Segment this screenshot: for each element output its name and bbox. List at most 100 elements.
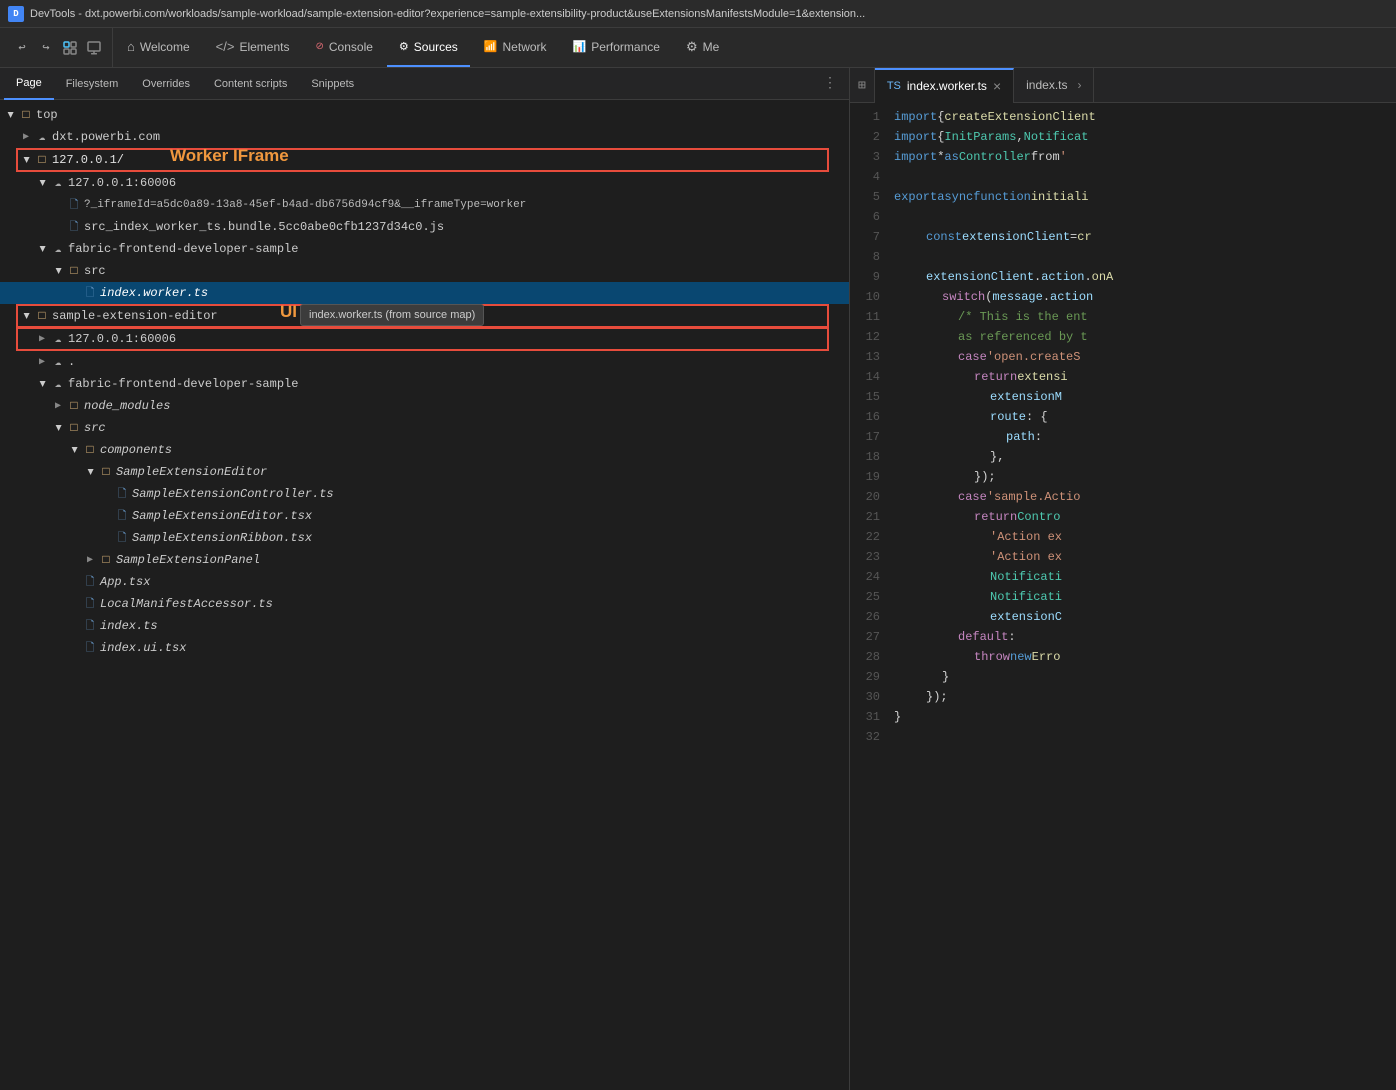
tab-console[interactable]: ⊘ Console: [303, 28, 384, 67]
arrow-icon: ▶: [52, 422, 64, 434]
code-content: import { createExtensionClient import { …: [890, 107, 1396, 1086]
tree-item-SampleExtensionController[interactable]: ▶ 🗋 SampleExtensionController.ts: [0, 483, 849, 505]
subtab-content-scripts[interactable]: Content scripts: [202, 68, 299, 100]
tree-label: index.worker.ts: [100, 286, 208, 300]
index-worker-container: ▶ 🗋 index.worker.ts index.worker.ts (fro…: [0, 282, 849, 304]
tree-item-LocalManifest[interactable]: ▶ 🗋 LocalManifestAccessor.ts: [0, 593, 849, 615]
cloud-icon: ☁: [51, 242, 65, 256]
forward-icon[interactable]: ↪: [36, 38, 56, 58]
code-line-25: Notificati: [890, 587, 1396, 607]
worker-iframe-section: ▶ □ 127.0.0.1/ Worker IFrame: [0, 149, 849, 171]
tree-item-src2[interactable]: ▶ □ src: [0, 417, 849, 439]
arrow-icon: ▶: [36, 378, 48, 390]
tree-item-App[interactable]: ▶ 🗋 App.tsx: [0, 571, 849, 593]
tree-label: index.ts: [100, 619, 158, 633]
tab-performance[interactable]: 📊 Performance: [561, 28, 672, 67]
code-line-21: return Contro: [890, 507, 1396, 527]
devtools-favicon: D: [8, 6, 24, 22]
code-line-3: import * as Controller from ': [890, 147, 1396, 167]
device-icon[interactable]: [84, 38, 104, 58]
file-icon: 🗋: [83, 575, 97, 589]
tree-item-iframe-file[interactable]: ▶ 🗋 ?_iframeId=a5dc0a89-13a8-45ef-b4ad-d…: [0, 194, 849, 216]
tree-item-SampleExtensionRibbon[interactable]: ▶ 🗋 SampleExtensionRibbon.tsx: [0, 527, 849, 549]
editor-tab-label: index.ts: [1026, 78, 1067, 92]
arrow-icon: ▶: [68, 444, 80, 456]
editor-tab-index-ts[interactable]: index.ts ›: [1014, 68, 1094, 103]
close-tab-icon[interactable]: ×: [993, 79, 1001, 93]
folder-icon: □: [35, 309, 49, 323]
arrow-icon: ▶: [52, 400, 64, 412]
code-line-16: route: {: [890, 407, 1396, 427]
main-content: Page Filesystem Overrides Content script…: [0, 68, 1396, 1090]
sub-tabs: Page Filesystem Overrides Content script…: [0, 68, 849, 100]
file-tree: ▶ □ top ▶ ☁ dxt.powerbi.com ▶ □ 127.0.0.…: [0, 100, 849, 1090]
tree-label: sample-extension-editor: [52, 309, 218, 323]
code-line-4: [890, 167, 1396, 187]
tree-label: dxt.powerbi.com: [52, 130, 160, 144]
tree-label: 127.0.0.1/: [52, 153, 124, 167]
editor-tab-bar: ⊞ TS index.worker.ts × index.ts ›: [850, 68, 1396, 103]
tree-label: 127.0.0.1:60006: [68, 176, 176, 190]
tree-item-127001-60006[interactable]: ▶ ☁ 127.0.0.1:60006: [0, 172, 849, 194]
code-line-8: [890, 247, 1396, 267]
code-line-6: [890, 207, 1396, 227]
subtab-filesystem[interactable]: Filesystem: [54, 68, 131, 100]
tree-item-src1[interactable]: ▶ □ src: [0, 260, 849, 282]
ts-file-icon: TS: [887, 80, 901, 92]
tooltip-index-worker: index.worker.ts (from source map): [300, 304, 484, 326]
tree-item-components[interactable]: ▶ □ components: [0, 439, 849, 461]
code-line-23: 'Action ex: [890, 547, 1396, 567]
tree-item-index-ui[interactable]: ▶ 🗋 index.ui.tsx: [0, 637, 849, 659]
title-bar-text: DevTools - dxt.powerbi.com/workloads/sam…: [30, 8, 1388, 20]
file-icon: 🗋: [83, 619, 97, 633]
code-line-9: extensionClient.action.onA: [890, 267, 1396, 287]
inspect-icon[interactable]: [60, 38, 80, 58]
tree-item-index-worker[interactable]: ▶ 🗋 index.worker.ts: [0, 282, 849, 304]
collapse-panel-icon[interactable]: ⊞: [850, 68, 875, 103]
tree-item-127001-60006-ui[interactable]: ▶ ☁ 127.0.0.1:60006: [0, 328, 849, 350]
tree-item-fabric2[interactable]: ▶ ☁ fabric-frontend-developer-sample: [0, 373, 849, 395]
tree-item-dot[interactable]: ▶ ☁ .: [0, 351, 849, 373]
tree-label: src_index_worker_ts.bundle.5cc0abe0cfb12…: [84, 220, 444, 234]
arrow-icon: ▶: [36, 356, 48, 368]
tree-item-bundle[interactable]: ▶ 🗋 src_index_worker_ts.bundle.5cc0abe0c…: [0, 216, 849, 238]
tree-label: .: [68, 355, 75, 369]
tree-label: index.ui.tsx: [100, 641, 186, 655]
code-line-24: Notificati: [890, 567, 1396, 587]
editor-tab-index-worker[interactable]: TS index.worker.ts ×: [875, 68, 1014, 103]
arrow-icon: ▶: [84, 554, 96, 566]
tree-item-SampleExtensionEditor-file[interactable]: ▶ 🗋 SampleExtensionEditor.tsx: [0, 505, 849, 527]
tree-item-node-modules[interactable]: ▶ □ node_modules: [0, 395, 849, 417]
tab-network[interactable]: 📶 Network: [472, 28, 559, 67]
folder-icon: □: [67, 421, 81, 435]
tree-item-SampleExtensionEditor[interactable]: ▶ □ SampleExtensionEditor: [0, 461, 849, 483]
tree-label: fabric-frontend-developer-sample: [68, 377, 298, 391]
more-options-icon[interactable]: ⋮: [815, 75, 845, 92]
tab-memory[interactable]: ⚙ Me: [674, 28, 731, 67]
file-icon: 🗋: [115, 487, 129, 501]
folder-icon: □: [19, 108, 33, 122]
tree-item-127001[interactable]: ▶ □ 127.0.0.1/: [0, 149, 849, 171]
tab-welcome[interactable]: ⌂ Welcome: [115, 28, 202, 67]
tree-item-fabric1[interactable]: ▶ ☁ fabric-frontend-developer-sample: [0, 238, 849, 260]
code-line-19: });: [890, 467, 1396, 487]
sources-icon: ⚙: [399, 40, 409, 53]
tab-sources[interactable]: ⚙ Sources: [387, 28, 470, 67]
file-icon: 🗋: [83, 597, 97, 611]
tree-item-top[interactable]: ▶ □ top: [0, 104, 849, 126]
tree-item-index-ts[interactable]: ▶ 🗋 index.ts: [0, 615, 849, 637]
subtab-page[interactable]: Page: [4, 68, 54, 100]
subtab-snippets[interactable]: Snippets: [299, 68, 366, 100]
file-icon: 🗋: [115, 531, 129, 545]
add-tab-icon[interactable]: ›: [1073, 78, 1081, 92]
arrow-icon: ▶: [36, 333, 48, 345]
tree-item-SampleExtensionPanel[interactable]: ▶ □ SampleExtensionPanel: [0, 549, 849, 571]
back-icon[interactable]: ↩: [12, 38, 32, 58]
subtab-overrides[interactable]: Overrides: [130, 68, 202, 100]
tab-elements[interactable]: </> Elements: [204, 28, 302, 67]
tree-label: LocalManifestAccessor.ts: [100, 597, 273, 611]
code-line-28: throw new Erro: [890, 647, 1396, 667]
code-line-31: }: [890, 707, 1396, 727]
code-editor: 12345 678910 1112131415 1617181920 ●21 2…: [850, 103, 1396, 1090]
tree-item-dxt[interactable]: ▶ ☁ dxt.powerbi.com: [0, 126, 849, 148]
